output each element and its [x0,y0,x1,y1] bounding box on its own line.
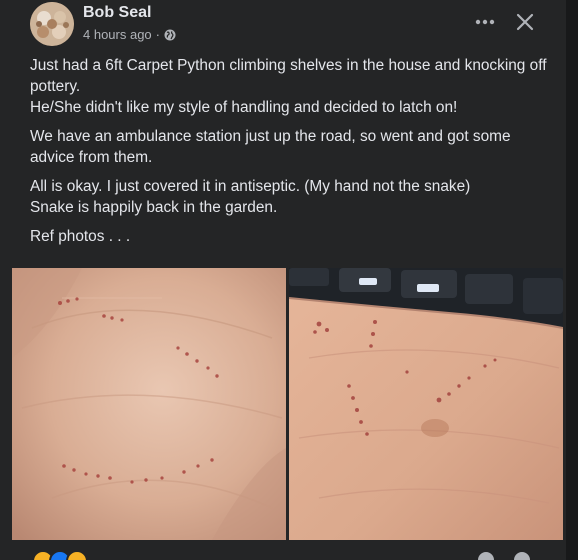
globe-icon[interactable] [164,29,176,41]
hand-bite-photo-1[interactable] [12,268,286,540]
more-options-icon[interactable] [470,8,500,36]
meta-separator: · [155,27,161,42]
haha-reaction-icon [66,550,88,560]
engagement-counts [478,552,530,560]
post-timestamp[interactable]: 4 hours ago [83,27,152,42]
scrollbar-gutter [566,0,578,560]
post-paragraph: Just had a 6ft Carpet Python climbing sh… [30,57,547,116]
avatar[interactable] [30,2,74,46]
close-icon[interactable] [510,7,540,37]
post-paragraph: Ref photos . . . [30,228,131,245]
author-name[interactable]: Bob Seal [83,4,151,22]
post-paragraph: We have an ambulance station just up the… [30,128,511,166]
share-count-icon[interactable] [514,552,530,560]
post-paragraph: All is okay. I just covered it in antise… [30,178,471,216]
hand-bite-photo-2[interactable] [289,268,563,540]
photo-grid [12,268,563,540]
post-meta: 4 hours ago · [83,27,176,42]
comment-count-icon[interactable] [478,552,494,560]
post-card: Bob Seal 4 hours ago · Just had a 6ft Ca… [0,0,566,560]
post-body: Just had a 6ft Carpet Python climbing sh… [30,55,555,255]
post-header: Bob Seal 4 hours ago · [0,0,566,50]
reaction-summary[interactable] [32,550,88,560]
